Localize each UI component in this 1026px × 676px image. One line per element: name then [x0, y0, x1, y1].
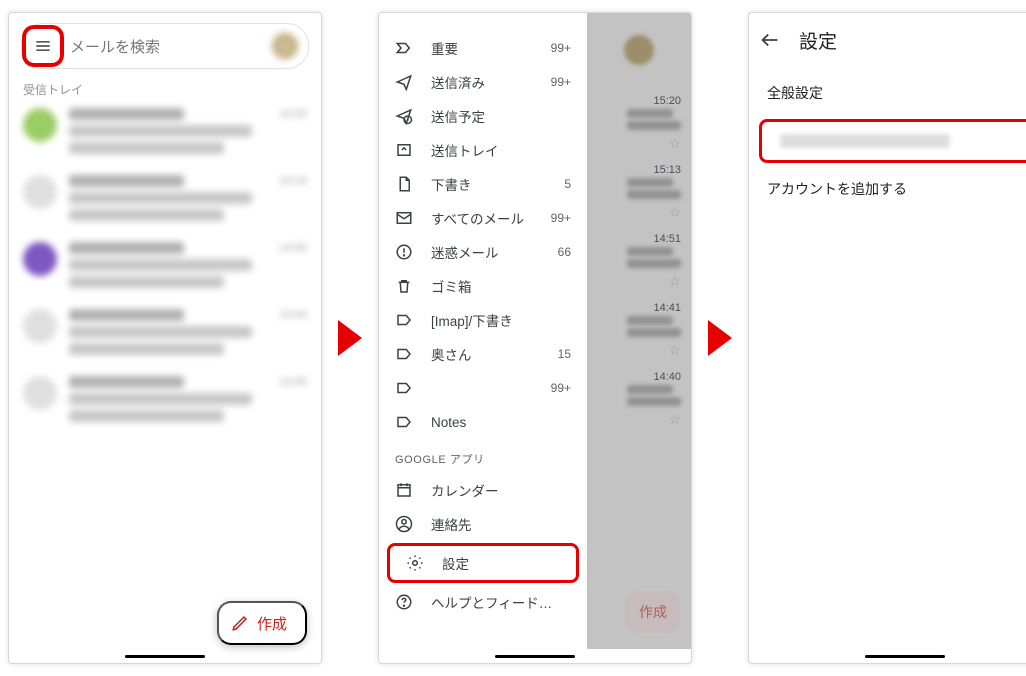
settings-header: 設定 ⋮ [749, 13, 1026, 67]
calendar-icon [395, 481, 413, 499]
drawer-label: 送信トレイ [431, 140, 553, 160]
drawer-badge: 99+ [551, 211, 571, 225]
drawer-item-送信予定[interactable]: 送信予定 [379, 99, 587, 133]
panel-inbox: メールを検索 受信トレイ 14:20 10:19 14:00 14:44 14:… [8, 12, 322, 664]
drawer-badge: 99+ [551, 75, 571, 89]
spam-icon [395, 243, 413, 261]
draft-icon [395, 175, 413, 193]
sent-icon [395, 73, 413, 91]
drawer-badge: 99+ [551, 381, 571, 395]
drawer-item-送信済み[interactable]: 送信済み 99+ [379, 65, 587, 99]
settings-title: 設定 [799, 27, 837, 54]
search-bar[interactable]: メールを検索 [21, 23, 309, 69]
drawer-item-カレンダー[interactable]: カレンダー [379, 473, 587, 507]
drawer-item-Notes[interactable]: Notes [379, 405, 587, 439]
important-icon [395, 39, 413, 57]
drawer-label: ゴミ箱 [431, 276, 553, 296]
drawer-label: 重要 [431, 38, 533, 58]
settings-icon [406, 554, 424, 572]
home-indicator [749, 649, 1026, 663]
pencil-icon [231, 614, 249, 632]
drawer-label: Notes [431, 415, 553, 430]
avatar[interactable] [272, 33, 298, 59]
drawer-label: [Imap]/下書き [431, 310, 553, 330]
drawer-item-すべてのメール[interactable]: すべてのメール 99+ [379, 201, 587, 235]
trash-icon [395, 277, 413, 295]
panel-drawer: 15:20☆15:13☆14:51☆14:41☆14:40☆ 作成 重要 99+… [378, 12, 692, 664]
drawer-item-[Imap]/下書き[interactable]: [Imap]/下書き [379, 303, 587, 337]
drawer-item-迷惑メール[interactable]: 迷惑メール 66 [379, 235, 587, 269]
compose-button[interactable]: 作成 [217, 601, 307, 645]
drawer-section-header: GOOGLE アプリ [379, 439, 587, 473]
label-icon [395, 345, 413, 363]
section-label: 受信トレイ [9, 73, 321, 100]
settings-general[interactable]: 全般設定 [749, 71, 1026, 115]
drawer-label: すべてのメール [431, 208, 533, 228]
drawer-label: 送信予定 [431, 106, 553, 126]
mail-item[interactable]: 14:44 [9, 301, 321, 368]
mail-item[interactable]: 10:19 [9, 167, 321, 234]
compose-label: 作成 [257, 613, 287, 634]
drawer-label: 奥さん [431, 344, 540, 364]
mail-item[interactable]: 14:20 [9, 100, 321, 167]
drawer-item-奥さん[interactable]: 奥さん 15 [379, 337, 587, 371]
settings-account[interactable] [759, 119, 1026, 163]
drawer-item-ヘルプとフィードバック[interactable]: ヘルプとフィードバック [379, 585, 587, 619]
drawer-label: ヘルプとフィードバック [431, 592, 553, 612]
arrow-icon [338, 320, 362, 356]
drawer-item-ゴミ箱[interactable]: ゴミ箱 [379, 269, 587, 303]
drawer-label: 送信済み [431, 72, 533, 92]
drawer-badge: 66 [558, 245, 571, 259]
drawer-label: 迷惑メール [431, 242, 540, 262]
label-icon [395, 379, 413, 397]
back-button[interactable] [759, 29, 781, 51]
contacts-icon [395, 515, 413, 533]
drawer-label: 連絡先 [431, 514, 553, 534]
panel-settings: 設定 ⋮ 全般設定 アカウントを追加する [748, 12, 1026, 664]
label-icon [395, 413, 413, 431]
search-placeholder: メールを検索 [70, 36, 262, 57]
drawer-badge: 5 [564, 177, 571, 191]
home-indicator [9, 649, 321, 663]
drawer-scrim[interactable] [587, 13, 691, 649]
all-icon [395, 209, 413, 227]
mail-item[interactable]: 14:40 [9, 368, 321, 435]
drawer-label: 下書き [431, 174, 546, 194]
help-icon [395, 593, 413, 611]
drawer-item-重要[interactable]: 重要 99+ [379, 31, 587, 65]
drawer-badge: 99+ [551, 41, 571, 55]
drawer-item-下書き[interactable]: 下書き 5 [379, 167, 587, 201]
drawer-item-設定[interactable]: 設定 [387, 543, 579, 583]
menu-button[interactable] [26, 29, 60, 63]
scheduled-icon [395, 107, 413, 125]
nav-drawer: 重要 99+ 送信済み 99+ 送信予定 送信トレイ 下書き 5 すべてのメール… [379, 13, 587, 649]
drawer-item-送信トレイ[interactable]: 送信トレイ [379, 133, 587, 167]
drawer-label: 設定 [442, 553, 542, 573]
arrow-icon [708, 320, 732, 356]
home-indicator [379, 649, 691, 663]
drawer-item-label[interactable]: 99+ [379, 371, 587, 405]
mail-list: 14:20 10:19 14:00 14:44 14:40 [9, 100, 321, 649]
settings-add-account[interactable]: アカウントを追加する [749, 167, 1026, 211]
drawer-item-連絡先[interactable]: 連絡先 [379, 507, 587, 541]
mail-item[interactable]: 14:00 [9, 234, 321, 301]
drawer-label: カレンダー [431, 480, 553, 500]
label-icon [395, 311, 413, 329]
outbox-icon [395, 141, 413, 159]
drawer-badge: 15 [558, 347, 571, 361]
